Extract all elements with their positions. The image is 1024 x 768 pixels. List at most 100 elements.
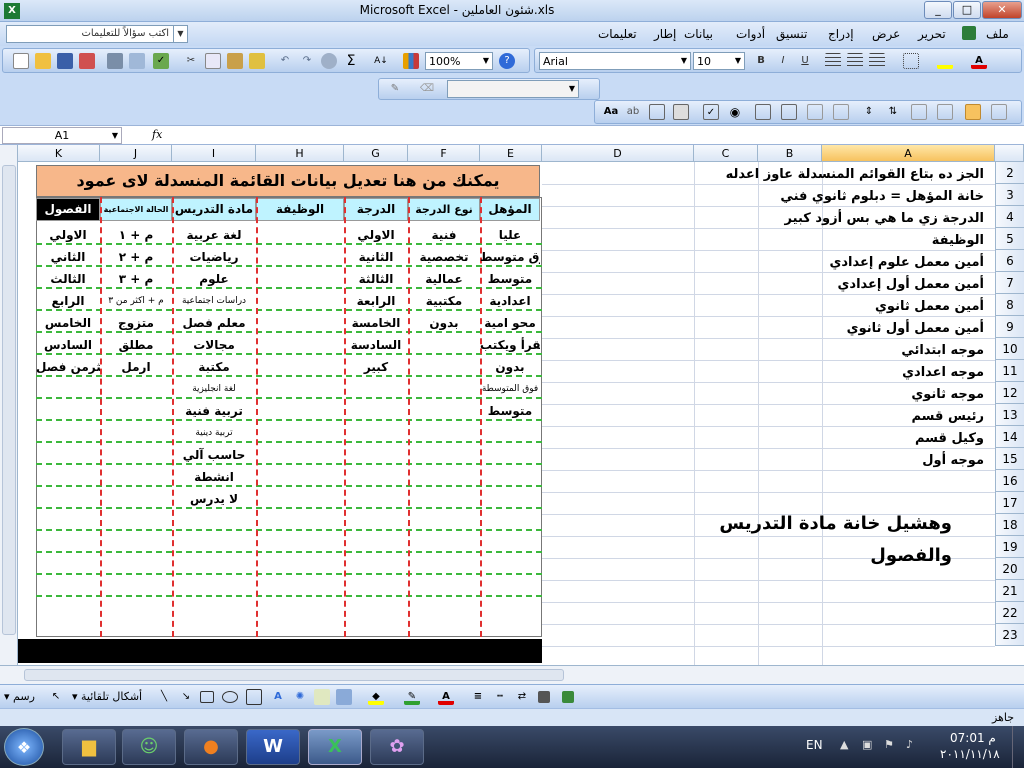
align-center-icon[interactable]	[847, 53, 863, 69]
subject-cell[interactable]: تربية دينية	[172, 423, 256, 443]
align-right-icon[interactable]	[869, 53, 885, 69]
row-header-13[interactable]: 13	[995, 404, 1024, 426]
column-a-cell[interactable]: الجز ده بتاع القوائم المنسدلة عاوز اعدله	[726, 167, 984, 182]
print-preview-icon[interactable]	[129, 53, 145, 69]
line-color-icon[interactable]: ✎	[404, 689, 420, 705]
arrow-icon[interactable]: ↘	[178, 689, 194, 705]
text-box-icon[interactable]	[246, 689, 262, 705]
clock-time[interactable]: 07:01 م	[950, 731, 996, 745]
fill-color-icon[interactable]	[937, 53, 953, 69]
open-folder-icon[interactable]	[35, 53, 51, 69]
permission-icon[interactable]	[79, 53, 95, 69]
font-size-select[interactable]: 10 ▼	[693, 52, 745, 70]
col-header-A[interactable]: A	[822, 145, 995, 162]
combo-drop-icon[interactable]	[833, 104, 849, 120]
chevron-down-icon[interactable]: ▼	[173, 26, 187, 42]
row-header-5[interactable]: 5	[995, 228, 1024, 250]
fx-icon[interactable]: fx	[152, 128, 162, 141]
network-icon[interactable]: ▣	[862, 738, 872, 751]
qualification-cell[interactable]: يقرأ ويكتب	[480, 335, 540, 355]
diagram-icon[interactable]: ✺	[292, 689, 308, 705]
maximize-button[interactable]: □	[953, 1, 981, 19]
button-control-icon[interactable]	[673, 104, 689, 120]
font-select[interactable]: Arial ▼	[539, 52, 691, 70]
header-subject[interactable]: مادة التدريس	[172, 198, 256, 221]
col-header-G[interactable]: G	[344, 145, 408, 162]
marital-cell[interactable]: ارمل	[100, 357, 172, 377]
menu-format[interactable]: تنسيق	[776, 27, 807, 41]
column-a-cell[interactable]: أمين معمل أول إعدادي	[838, 277, 985, 292]
worksheet-grid[interactable]: K J I H G F E D C B A 2 3 4 5 6 7 8 9 10 11 12 13 14…	[0, 145, 1024, 665]
row-header-10[interactable]: 10	[995, 338, 1024, 360]
pen-icon[interactable]: ✎	[387, 81, 403, 97]
align-left-icon[interactable]	[825, 53, 841, 69]
grade-type-cell[interactable]: تخصصية	[408, 247, 480, 267]
column-a-cell[interactable]: أمين معمل ثانوي	[875, 299, 984, 314]
subject-cell[interactable]: مكتبة	[172, 357, 256, 377]
column-a-cell[interactable]: الدرجة زي ما هي بس أزود كبير	[785, 211, 984, 226]
combo-list-icon[interactable]	[807, 104, 823, 120]
row-header-6[interactable]: 6	[995, 250, 1024, 272]
wordart-icon[interactable]: A	[270, 689, 286, 705]
subject-cell[interactable]: علوم	[172, 269, 256, 289]
group-box-icon[interactable]	[649, 104, 665, 120]
toggle-grid-icon[interactable]	[965, 104, 981, 120]
subject-cell[interactable]: مجالات	[172, 335, 256, 355]
subject-cell[interactable]: رياضيات	[172, 247, 256, 267]
run-dialog-icon[interactable]	[991, 104, 1007, 120]
chevron-down-icon[interactable]: ▼	[109, 128, 121, 144]
row-header-3[interactable]: 3	[995, 184, 1024, 206]
marital-cell[interactable]: م + ٣	[100, 269, 172, 289]
row-header-7[interactable]: 7	[995, 272, 1024, 294]
arrow-style-icon[interactable]: ⇄	[514, 689, 530, 705]
grade-type-cell[interactable]: بدون	[408, 313, 480, 333]
action-center-icon[interactable]: ⚑	[884, 738, 894, 751]
underline-button[interactable]: U	[797, 53, 813, 69]
style-select[interactable]: ▼	[447, 80, 579, 98]
marital-cell[interactable]: م + ٢	[100, 247, 172, 267]
qualification-cell[interactable]: محو امية	[480, 313, 540, 333]
grade-type-cell[interactable]: فنية	[408, 225, 480, 245]
spinner-icon[interactable]: ⇅	[885, 104, 901, 120]
subject-cell[interactable]: معلم فصل	[172, 313, 256, 333]
row-header-19[interactable]: 19	[995, 536, 1024, 558]
header-job[interactable]: الوظيفة	[256, 198, 344, 221]
chevron-down-icon[interactable]: ▼	[732, 53, 744, 69]
column-a-cell[interactable]: رئيس قسم	[911, 409, 984, 424]
grade-cell[interactable]: كبير	[344, 357, 408, 377]
column-a-cell[interactable]: أمين معمل علوم إعدادي	[829, 255, 984, 270]
row-header-8[interactable]: 8	[995, 294, 1024, 316]
marital-cell[interactable]: متزوج	[100, 313, 172, 333]
close-button[interactable]: ✕	[982, 1, 1022, 19]
word-taskbar-button[interactable]: W	[246, 729, 300, 765]
header-marital[interactable]: الحالة الاجتماعية	[100, 198, 172, 221]
grade-cell[interactable]: الثالثة	[344, 269, 408, 289]
classes-cell[interactable]: الثاني	[36, 247, 100, 267]
select-all-corner[interactable]	[995, 145, 1024, 162]
select-pointer-icon[interactable]: ↖	[48, 689, 64, 705]
menu-file[interactable]: ملف	[986, 27, 1009, 41]
column-a-cell[interactable]: موجه أول	[922, 453, 984, 468]
chevron-down-icon[interactable]: ▼	[566, 81, 578, 97]
minimize-button[interactable]: _	[924, 1, 952, 19]
header-grade-type[interactable]: نوع الدرجة	[408, 198, 480, 221]
qualification-cell[interactable]: فوق متوسط	[480, 247, 540, 267]
chart-wizard-icon[interactable]	[403, 53, 419, 69]
control-properties-icon[interactable]	[911, 104, 927, 120]
new-file-icon[interactable]	[13, 53, 29, 69]
row-header-16[interactable]: 16	[995, 470, 1024, 492]
grade-cell[interactable]: الخامسة	[344, 313, 408, 333]
col-header-I[interactable]: I	[172, 145, 256, 162]
classes-cell[interactable]: الرابع	[36, 291, 100, 311]
shadow-icon[interactable]	[538, 691, 550, 703]
font-color-icon[interactable]: A	[438, 689, 454, 705]
subject-cell[interactable]: لغة عربية	[172, 225, 256, 245]
label-control-icon[interactable]: Aa	[603, 104, 619, 120]
row-header-22[interactable]: 22	[995, 602, 1024, 624]
classes-cell[interactable]: السادس	[36, 335, 100, 355]
row-header-17[interactable]: 17	[995, 492, 1024, 514]
row-header-14[interactable]: 14	[995, 426, 1024, 448]
option-button-icon[interactable]: ◉	[727, 104, 743, 120]
scroll-bar-icon[interactable]: ⇕	[861, 104, 877, 120]
save-icon[interactable]	[57, 53, 73, 69]
